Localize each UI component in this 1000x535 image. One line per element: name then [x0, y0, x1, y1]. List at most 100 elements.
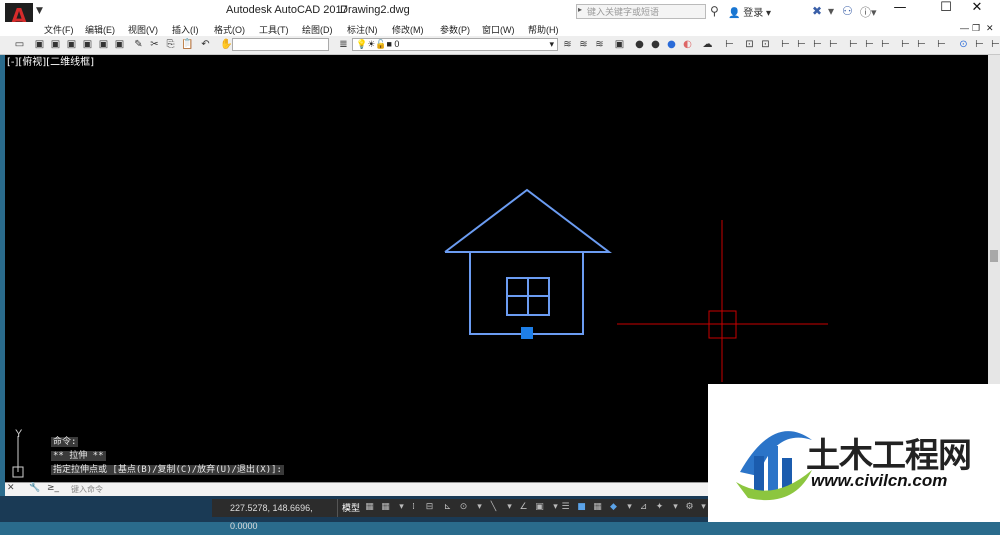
- new-icon[interactable]: ▭: [14, 39, 25, 50]
- coordinates-readout[interactable]: 227.5278, 148.6696, 0.0000: [212, 499, 337, 531]
- infer-icon[interactable]: ⁞: [408, 502, 419, 513]
- layer-prev-icon[interactable]: ≋: [562, 39, 573, 50]
- cloud-icon[interactable]: ☁: [702, 39, 713, 50]
- model-space-button[interactable]: 模型: [342, 499, 360, 517]
- dim-break-icon[interactable]: ⊢: [916, 39, 927, 50]
- exchange-dropdown-icon[interactable]: ▾: [828, 4, 834, 18]
- dim-diameter-icon[interactable]: ⊢: [812, 39, 823, 50]
- 3d-osnap-dropdown-icon[interactable]: ▾: [624, 502, 635, 513]
- close-icon[interactable]: ✕: [7, 483, 15, 493]
- vertical-scrollbar[interactable]: [988, 55, 1000, 385]
- transparency-icon[interactable]: ■: [576, 502, 587, 513]
- lineweight-icon[interactable]: ☰: [560, 502, 571, 513]
- history-line-1: 命令:: [51, 437, 79, 447]
- inspect-icon[interactable]: ⊢: [974, 39, 985, 50]
- 3d-osnap-icon[interactable]: ◆: [608, 502, 619, 513]
- dim-ordinate-icon[interactable]: ⊢: [780, 39, 791, 50]
- isodraft-icon[interactable]: ╲: [488, 502, 499, 513]
- grid-icon[interactable]: ▦: [364, 502, 375, 513]
- toolbar: ▭ ▣ ▣ ▣ ▣ ▣ ▣ ✎ ✂ ⎘ 📋 ↶ ✋ ≣ 💡☀🔓■ 0 ▾ ≋ ≋ …: [0, 36, 1000, 55]
- color-icon[interactable]: ●: [666, 39, 677, 50]
- workspace-select[interactable]: [232, 38, 329, 51]
- layer-states-icon[interactable]: ≋: [578, 39, 589, 50]
- dim-aligned-icon[interactable]: ⊡: [744, 39, 755, 50]
- scroll-thumb[interactable]: [990, 250, 998, 262]
- publish-icon[interactable]: ▣: [98, 39, 109, 50]
- menu-format[interactable]: 格式(O): [214, 23, 245, 36]
- annotation-scale-icon[interactable]: ⊿: [638, 502, 649, 513]
- sheet-icon[interactable]: ▣: [114, 39, 125, 50]
- doc-restore-button[interactable]: ❐: [972, 23, 980, 34]
- help-icon[interactable]: ⓘ▾: [860, 4, 877, 20]
- copy-icon[interactable]: ⎘: [165, 39, 176, 50]
- material-icon[interactable]: ◐: [682, 39, 693, 50]
- dim-linear-icon[interactable]: ⊢: [724, 39, 735, 50]
- osnap-icon[interactable]: ▣: [534, 502, 545, 513]
- ortho-icon[interactable]: ⊾: [442, 502, 453, 513]
- exchange-icon[interactable]: ✖: [812, 4, 822, 18]
- snap-icon[interactable]: ▦: [380, 502, 391, 513]
- history-line-2: ** 拉伸 **: [51, 451, 106, 461]
- layer-iso-icon[interactable]: ≋: [594, 39, 605, 50]
- menu-window[interactable]: 窗口(W): [482, 23, 515, 36]
- login-button[interactable]: 👤 登录 ▾: [728, 4, 771, 19]
- a360-icon[interactable]: ⚇: [842, 4, 853, 18]
- menu-draw[interactable]: 绘图(D): [302, 23, 333, 36]
- layer-manager-icon[interactable]: ≣: [338, 39, 349, 50]
- command-input[interactable]: 键入命令: [71, 484, 103, 495]
- preview-icon[interactable]: ▣: [82, 39, 93, 50]
- gear-icon[interactable]: ⚙: [684, 502, 695, 513]
- menu-modify[interactable]: 修改(M): [392, 23, 424, 36]
- render-icon[interactable]: ▣: [614, 39, 625, 50]
- dim-baseline-icon[interactable]: ⊢: [864, 39, 875, 50]
- dim-continue-icon[interactable]: ⊢: [880, 39, 891, 50]
- osnap-tracking-icon[interactable]: ∠: [518, 502, 529, 513]
- quick-access-dropdown-icon[interactable]: ▼: [36, 6, 43, 16]
- match-props-icon[interactable]: ✎: [133, 39, 144, 50]
- pan-icon[interactable]: ✋: [220, 39, 232, 50]
- sphere-icon[interactable]: ●: [634, 39, 645, 50]
- sphere2-icon[interactable]: ●: [650, 39, 661, 50]
- isodraft-dropdown-icon[interactable]: ▾: [504, 502, 515, 513]
- save-icon[interactable]: ▣: [50, 39, 61, 50]
- dim-radius-icon[interactable]: ⊢: [796, 39, 807, 50]
- wrench-icon[interactable]: 🔧: [29, 483, 40, 493]
- menu-help[interactable]: 帮助(H): [528, 23, 559, 36]
- close-button[interactable]: ✕: [954, 0, 1000, 22]
- plot-icon[interactable]: ▣: [66, 39, 77, 50]
- layer-select[interactable]: 💡☀🔓■ 0 ▾: [352, 38, 558, 51]
- cut-icon[interactable]: ✂: [149, 39, 160, 50]
- dim-angular-icon[interactable]: ⊢: [828, 39, 839, 50]
- center-mark-icon[interactable]: ⊙: [958, 39, 969, 50]
- annotation-dropdown-icon[interactable]: ▾: [670, 502, 681, 513]
- menu-edit[interactable]: 编辑(E): [85, 23, 115, 36]
- search-expand-icon[interactable]: ▸: [578, 5, 582, 14]
- snap-dropdown-icon[interactable]: ▾: [396, 502, 407, 513]
- menu-file[interactable]: 文件(F): [44, 23, 74, 36]
- menu-insert[interactable]: 插入(I): [172, 23, 199, 36]
- open-icon[interactable]: ▣: [34, 39, 45, 50]
- dim-quick-icon[interactable]: ⊢: [848, 39, 859, 50]
- document-title: Drawing2.dwg: [340, 4, 410, 16]
- search-input[interactable]: 键入关键字或短语: [576, 4, 706, 19]
- tolerance-icon[interactable]: ⊢: [936, 39, 947, 50]
- menu-parametric[interactable]: 参数(P): [440, 23, 470, 36]
- polar-icon[interactable]: ⊙: [458, 502, 469, 513]
- polar-dropdown-icon[interactable]: ▾: [474, 502, 485, 513]
- menu-view[interactable]: 视图(V): [128, 23, 158, 36]
- annotation-icon[interactable]: ✦: [654, 502, 665, 513]
- doc-close-button[interactable]: ✕: [986, 23, 994, 34]
- binoculars-icon[interactable]: ⚲: [710, 4, 719, 18]
- dim-space-icon[interactable]: ⊢: [900, 39, 911, 50]
- doc-minimize-button[interactable]: —: [960, 23, 969, 33]
- minimize-button[interactable]: —: [877, 0, 923, 22]
- command-line[interactable]: ✕ 🔧 ≥_ 键入命令: [5, 482, 708, 496]
- menu-dimension[interactable]: 标注(N): [347, 23, 378, 36]
- selection-cycling-icon[interactable]: ▦: [592, 502, 603, 513]
- menu-tools[interactable]: 工具(T): [259, 23, 289, 36]
- paste-icon[interactable]: 📋: [181, 39, 193, 50]
- undo-icon[interactable]: ↶: [200, 39, 211, 50]
- jogged-icon[interactable]: ⊢: [990, 39, 1000, 50]
- dim-arc-icon[interactable]: ⊡: [760, 39, 771, 50]
- dynamic-input-icon[interactable]: ⊟: [424, 502, 435, 513]
